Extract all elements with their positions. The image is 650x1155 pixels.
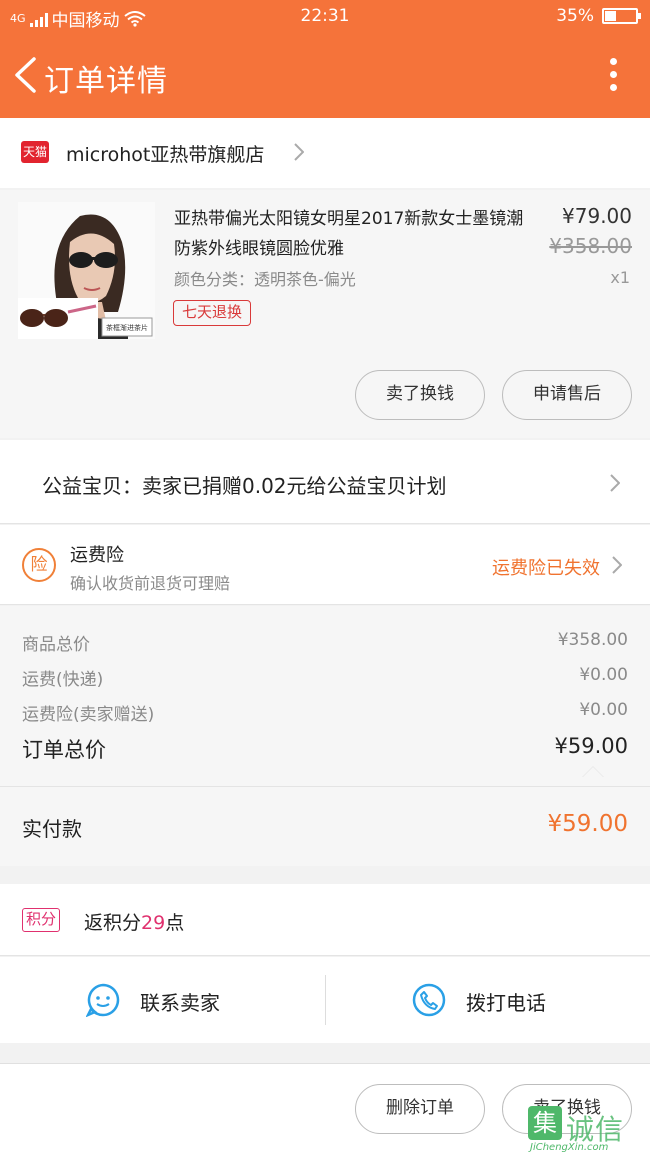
product-spec: 颜色分类：透明茶色-偏光 — [174, 270, 356, 289]
phone-icon — [412, 983, 446, 1017]
summary-row: 运费(快递) ¥0.00 — [22, 665, 628, 695]
call-phone-button[interactable]: 拨打电话 — [326, 957, 650, 1043]
product-quantity: x1 — [610, 268, 630, 287]
contact-bar: 联系卖家 拨打电话 — [0, 957, 650, 1043]
shop-row[interactable]: 天猫 microhot亚热带旗舰店 — [0, 118, 650, 188]
watermark: 集 诚信 JiChengXin.com — [528, 1106, 646, 1154]
thumb-label: 茶框渐进茶片 — [106, 323, 148, 332]
order-total-label: 订单总价 — [22, 738, 106, 762]
summary-label: 运费(快递) — [22, 670, 104, 690]
points-prefix: 返积分 — [84, 912, 142, 934]
page-title: 订单详情 — [44, 64, 168, 99]
chat-bubble-icon — [86, 983, 120, 1017]
points-row: 积分 返积分29点 — [0, 884, 650, 956]
chevron-right-icon — [610, 474, 621, 492]
price-summary: 商品总价 ¥358.00 运费(快递) ¥0.00 运费险(卖家赠送) ¥0.0… — [0, 606, 650, 786]
summary-label: 运费险(卖家赠送) — [22, 705, 155, 725]
charity-row[interactable]: 公益宝贝：卖家已捐赠0.02元给公益宝贝计划 — [0, 440, 650, 524]
clock: 22:31 — [300, 6, 350, 26]
chevron-right-icon — [612, 556, 623, 574]
back-icon[interactable] — [12, 56, 38, 94]
order-total-value: ¥59.00 — [554, 734, 628, 758]
status-right: 35% — [556, 6, 641, 26]
summary-label: 商品总价 — [22, 635, 90, 655]
points-badge: 积分 — [22, 908, 61, 932]
product-price: ¥79.00 — [562, 204, 632, 228]
summary-row: 商品总价 ¥358.00 — [22, 630, 628, 660]
return-policy-tag: 七天退换 — [173, 300, 252, 326]
insurance-status: 运费险已失效 — [492, 558, 600, 579]
points-value: 29 — [141, 912, 166, 934]
battery-percent: 35% — [556, 6, 594, 26]
product-card: 茶框渐进茶片 亚热带偏光太阳镜女明星2017新款女士墨镜潮防紫外线眼镜圆脸优雅 … — [0, 190, 650, 438]
resell-button[interactable]: 卖了换钱 — [355, 370, 485, 420]
shipping-insurance-row[interactable]: 险 运费险 确认收货前退货可理赔 运费险已失效 — [0, 525, 650, 605]
chevron-right-icon — [294, 143, 305, 161]
insurance-title: 运费险 — [70, 545, 124, 566]
sunglasses-model-image: 茶框渐进茶片 — [18, 202, 155, 339]
summary-value: ¥0.00 — [579, 700, 628, 720]
watermark-logo: 集 — [528, 1106, 562, 1140]
product-title[interactable]: 亚热带偏光太阳镜女明星2017新款女士墨镜潮防紫外线眼镜圆脸优雅 — [174, 204, 534, 264]
points-text: 返积分29点 — [84, 908, 184, 935]
nav-bar: 订单详情 — [0, 32, 650, 118]
paid-row: 实付款 ¥59.00 — [0, 786, 650, 866]
summary-row: 运费险(卖家赠送) ¥0.00 — [22, 700, 628, 730]
more-icon[interactable] — [608, 58, 618, 94]
insurance-subtitle: 确认收货前退货可理赔 — [70, 574, 231, 593]
status-bar: 4G 中国移动 22:31 35% — [0, 0, 650, 32]
contact-seller-label: 联系卖家 — [140, 991, 220, 1015]
paid-value: ¥59.00 — [547, 811, 628, 837]
battery-icon — [602, 8, 641, 24]
points-suffix: 点 — [165, 912, 185, 934]
contact-seller-button[interactable]: 联系卖家 — [0, 957, 324, 1043]
summary-value: ¥0.00 — [579, 665, 628, 685]
tmall-badge: 天猫 — [21, 141, 49, 163]
watermark-url: JiChengXin.com — [530, 1142, 609, 1153]
call-phone-label: 拨打电话 — [466, 991, 546, 1015]
order-total-row: 订单总价 ¥59.00 — [22, 734, 628, 764]
insurance-icon: 险 — [22, 548, 56, 582]
after-sales-button[interactable]: 申请售后 — [502, 370, 632, 420]
charity-text: 公益宝贝：卖家已捐赠0.02元给公益宝贝计划 — [42, 474, 447, 498]
paid-label: 实付款 — [22, 817, 82, 841]
shop-name: microhot亚热带旗舰店 — [66, 144, 265, 166]
product-original-price: ¥358.00 — [549, 234, 632, 258]
summary-value: ¥358.00 — [557, 630, 628, 650]
battery-fill — [605, 11, 616, 21]
delete-order-button[interactable]: 删除订单 — [355, 1084, 485, 1134]
product-thumbnail[interactable]: 茶框渐进茶片 — [18, 202, 155, 339]
divider-notch — [582, 766, 604, 777]
